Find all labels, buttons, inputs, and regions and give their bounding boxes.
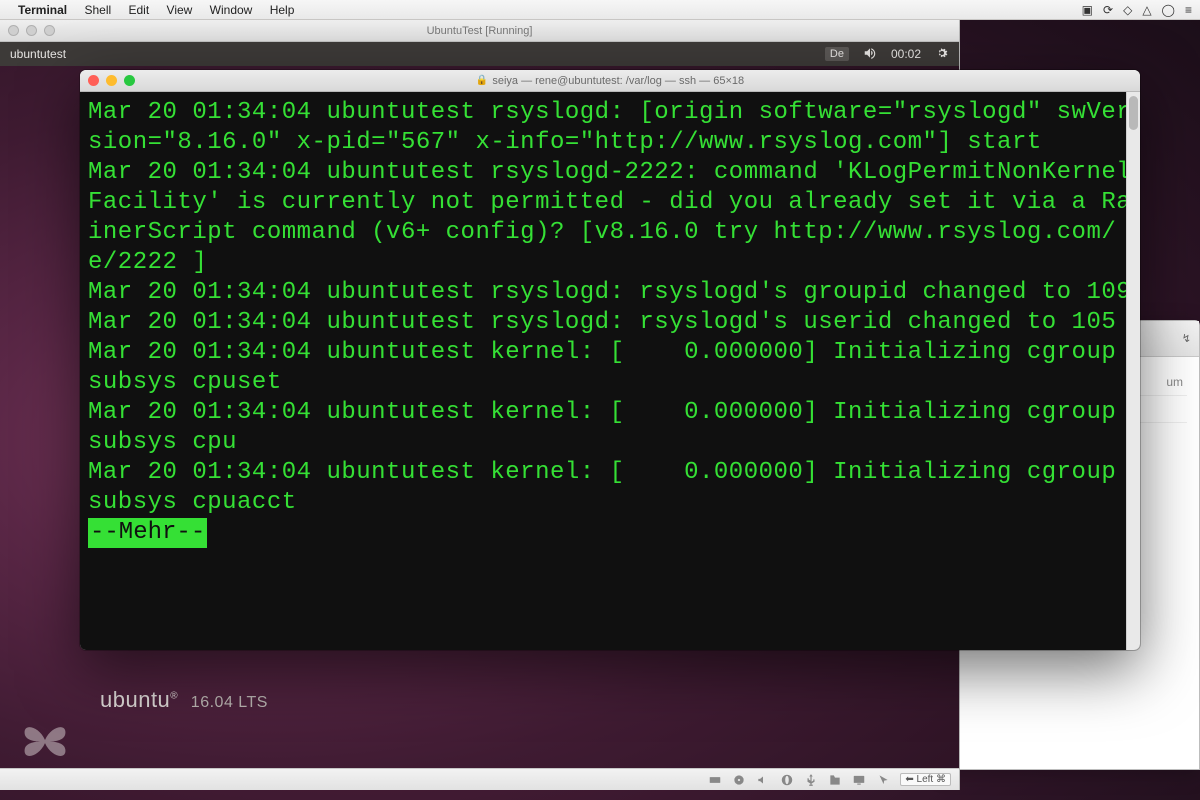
ubuntu-brand: ubuntu® 16.04 LTS [100,687,268,713]
terminal-scrollbar[interactable] [1126,92,1140,650]
vm-traffic-lights[interactable] [8,25,55,36]
vm-statusbar[interactable]: ⬅ Left ⌘ [0,768,959,790]
vm-minimize-icon[interactable] [26,25,37,36]
vm-audio-icon[interactable] [756,773,770,787]
ubuntu-topbar[interactable]: ubuntutest De 00:02 [0,42,959,66]
vm-zoom-icon[interactable] [44,25,55,36]
vm-title: UbuntuTest [Running] [427,25,533,37]
terminal-output: Mar 20 01:34:04 ubuntutest rsyslogd: [or… [88,98,1132,518]
mac-menu-shell[interactable]: Shell [84,3,111,17]
pager-more-prompt[interactable]: --Mehr-- [88,518,207,548]
vm-hostkey: ⬅ Left ⌘ [900,773,951,786]
vm-hd-icon[interactable] [708,773,722,787]
ubuntu-clock[interactable]: 00:02 [891,47,921,61]
terminal-titlebar[interactable]: 🔒 seiya — rene@ubuntutest: /var/log — ss… [80,70,1140,92]
terminal-minimize-icon[interactable] [106,75,117,86]
vm-usb-icon[interactable] [804,773,818,787]
mac-menuextra: ▣ ⟳ ◇ △ ◯ ≡ [1082,3,1192,17]
video-icon[interactable]: ▣ [1082,3,1093,17]
terminal-zoom-icon[interactable] [124,75,135,86]
dropbox-icon[interactable]: ◇ [1123,3,1132,17]
vm-shared-icon[interactable] [828,773,842,787]
terminal-title: seiya — rene@ubuntutest: /var/log — ssh … [492,75,744,87]
sync-icon[interactable]: ⟳ [1103,3,1113,17]
terminal-traffic-lights[interactable] [88,75,135,86]
menu-icon[interactable]: ≡ [1185,3,1192,17]
mac-menu-window[interactable]: Window [210,3,253,17]
terminal-close-icon[interactable] [88,75,99,86]
gear-icon[interactable] [935,46,949,63]
vm-optical-icon[interactable] [732,773,746,787]
lock-icon: 🔒 [476,75,488,86]
ubuntu-brand-name: ubuntu [100,687,170,712]
bg-toolbar-extra-icon[interactable]: ↯ [1182,332,1191,345]
vm-mouse-icon[interactable] [876,773,890,787]
mac-menu-edit[interactable]: Edit [129,3,150,17]
terminal-body[interactable]: Mar 20 01:34:04 ubuntutest rsyslogd: [or… [80,92,1140,650]
mac-menu-view[interactable]: View [167,3,193,17]
user-icon[interactable]: ◯ [1162,3,1175,17]
terminal-window[interactable]: 🔒 seiya — rene@ubuntutest: /var/log — ss… [80,70,1140,650]
mac-menu-app[interactable]: Terminal [18,3,67,17]
ubuntu-topbar-title[interactable]: ubuntutest [10,47,66,61]
vm-close-icon[interactable] [8,25,19,36]
vm-display-icon[interactable] [852,773,866,787]
mac-menu-items: Terminal Shell Edit View Window Help [18,3,308,17]
volume-icon[interactable] [863,46,877,63]
mac-menubar[interactable]: Terminal Shell Edit View Window Help ▣ ⟳… [0,0,1200,20]
ubuntu-brand-version: 16.04 LTS [191,694,268,711]
vm-network-icon[interactable] [780,773,794,787]
butterfly-icon [20,720,70,760]
terminal-scrollbar-thumb[interactable] [1129,96,1138,130]
vm-titlebar[interactable]: UbuntuTest [Running] [0,20,959,42]
keyboard-language-indicator[interactable]: De [825,47,849,61]
cloud-icon[interactable]: △ [1142,3,1151,17]
mac-menu-help[interactable]: Help [270,3,295,17]
